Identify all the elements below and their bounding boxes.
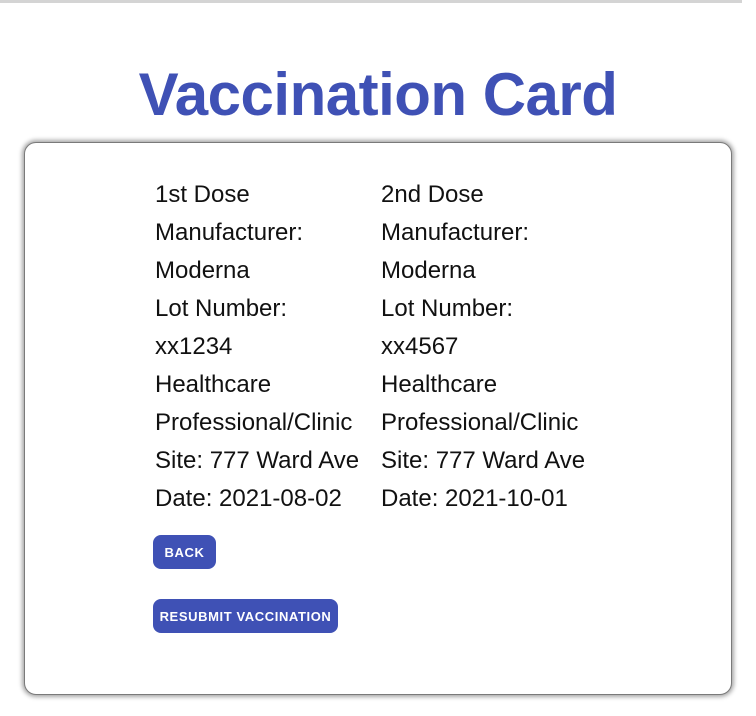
provider-label-cont: Professional/Clinic: [155, 409, 353, 436]
dose-heading: 2nd Dose: [381, 181, 484, 208]
lot-number-value: xx1234: [155, 333, 233, 360]
site-value: Site: 777 Ward Ave: [381, 447, 586, 474]
manufacturer-label: Manufacturer:: [381, 219, 530, 246]
dose-heading: 1st Dose: [155, 181, 250, 208]
provider-label: Healthcare: [381, 371, 498, 398]
provider-label: Healthcare: [155, 371, 272, 398]
dose-column-2: 2nd Dose Manufacturer: Moderna Lot Numbe…: [381, 176, 585, 518]
manufacturer-value: Moderna: [155, 257, 250, 284]
lot-number-value: xx4567: [381, 333, 459, 360]
date-value: Date: 2021-08-02: [155, 485, 342, 512]
top-divider: [0, 0, 742, 3]
resubmit-vaccination-button[interactable]: RESUBMIT VACCINATION: [153, 599, 338, 633]
manufacturer-label: Manufacturer:: [155, 219, 304, 246]
lot-number-label: Lot Number:: [155, 295, 288, 322]
page-title: Vaccination Card: [138, 61, 618, 128]
vaccination-card: [24, 142, 732, 695]
manufacturer-value: Moderna: [381, 257, 476, 284]
date-value: Date: 2021-10-01: [381, 485, 568, 512]
provider-label-cont: Professional/Clinic: [381, 409, 579, 436]
site-value: Site: 777 Ward Ave: [155, 447, 360, 474]
back-button[interactable]: BACK: [153, 535, 216, 569]
lot-number-label: Lot Number:: [381, 295, 514, 322]
dose-column-1: 1st Dose Manufacturer: Moderna Lot Numbe…: [155, 176, 359, 518]
